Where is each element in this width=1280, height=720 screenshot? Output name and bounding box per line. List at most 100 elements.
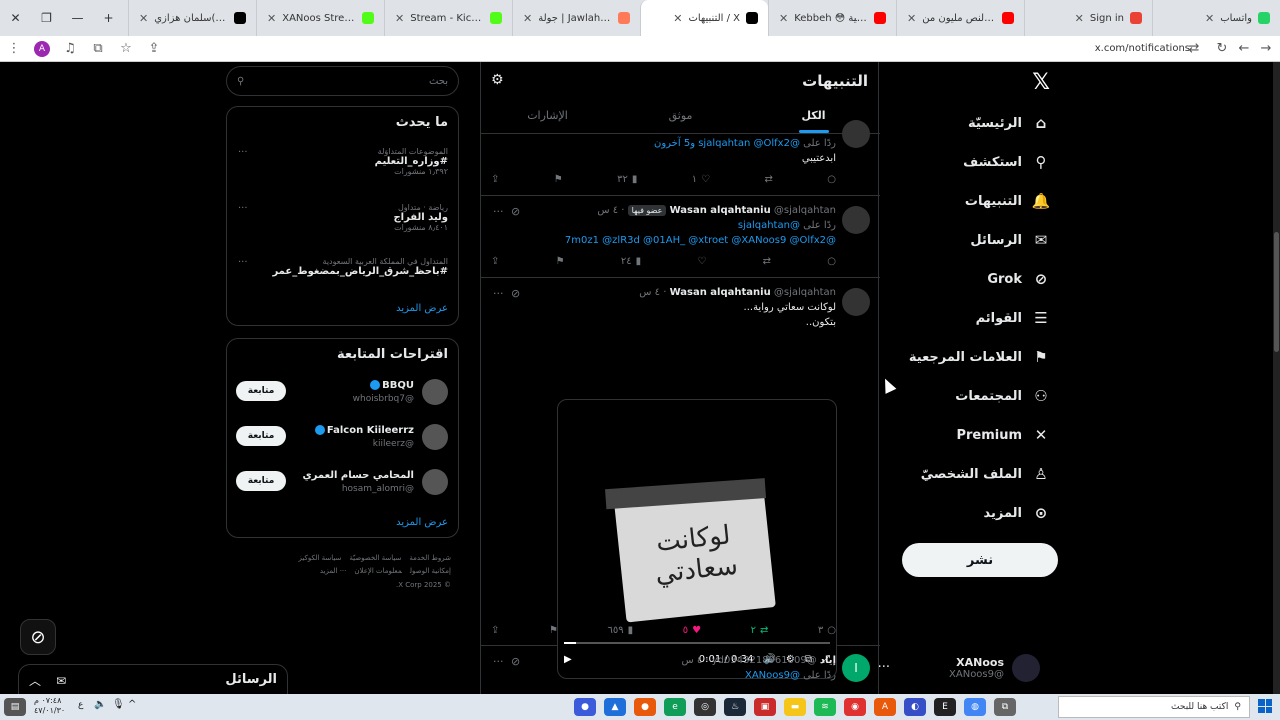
close-tab-icon[interactable]: ✕ [779,12,788,25]
follow-button[interactable]: متابعة [236,426,286,446]
messages-drawer[interactable]: ︿ ✉ الرسائل [18,664,288,694]
back-icon[interactable]: → [1252,41,1280,56]
post-button[interactable]: نشر [902,543,1058,577]
share-icon[interactable]: ⇪ [491,256,499,267]
spotify-icon[interactable]: ≋ [814,698,836,716]
more-dots-icon[interactable]: ··· [238,257,248,268]
suggestion-name[interactable]: BBQU [368,380,414,391]
author-name[interactable]: Wasan alqahtaniu [670,205,771,216]
author-handle[interactable]: @sjalqahtan [774,287,836,298]
close-tab-icon[interactable]: ✕ [1205,12,1214,25]
nav-item-profile[interactable]: ♙ الملف الشخصيّ [921,465,1050,483]
mentions-text[interactable]: @7m0z1 @zlR3d @01AH_ @xtroet @XANoos9 @O… [565,235,836,246]
epic-icon[interactable]: E [934,698,956,716]
bookmark-icon[interactable]: ⚑ [554,174,563,185]
others-link[interactable]: و5 آخرون [654,138,695,149]
site-settings-icon[interactable]: ⇄ [1180,41,1208,56]
close-tab-icon[interactable]: ✕ [907,12,916,25]
tweet-time[interactable]: · ٤ س [639,287,666,298]
reply-icon[interactable]: ○ [827,174,836,185]
share-icon[interactable]: ⇪ [491,625,499,636]
author-handle[interactable]: @yd0343218961009 [712,655,817,666]
mention-link[interactable]: @XANoos9 [745,670,800,681]
edge-icon[interactable]: e [664,698,686,716]
show-more-link[interactable]: عرض المزيد [396,517,448,528]
tweet-time[interactable]: · ٤ س [681,655,708,666]
close-tab-icon[interactable]: ✕ [267,12,276,25]
tweet-time[interactable]: · ٤ س [597,205,624,216]
author-handle[interactable]: @sjalqahtan [774,205,836,216]
views-button[interactable]: ▮ ٢٤ [621,256,641,267]
task-view-icon[interactable]: ⧉ [994,698,1016,716]
grok-icon[interactable]: ⊘ [20,619,56,655]
close-tab-icon[interactable]: ✕ [523,12,532,25]
nav-item-list[interactable]: ☰ القوائم [976,309,1050,327]
nav-item-grok[interactable]: ⊘ Grok [987,270,1050,288]
suggestion-name[interactable]: Falcon Kiileerrz [313,425,414,436]
notification-icon[interactable]: ▤ [4,698,26,716]
tab-mentions[interactable]: الإشارات [481,98,614,133]
grok-icon[interactable]: ⊘ [511,655,520,668]
app-icon[interactable]: ◎ [694,698,716,716]
app-icon[interactable]: ▣ [754,698,776,716]
footer-link[interactable]: إمكانية الوصول [410,567,451,575]
views-button[interactable]: ▮ ٣٢ [617,174,637,185]
chevron-up-icon[interactable]: ︿ [29,674,41,688]
nav-item-search[interactable]: ⚲ استكشف [963,153,1050,171]
avatar[interactable] [422,424,448,450]
more-dots-icon[interactable]: ··· [493,287,504,300]
trend-item[interactable]: المتداول في المملكة العربية السعودية #باح… [238,257,448,277]
suggestion-name[interactable]: المحامي حسام العمري [302,470,414,481]
nav-item-more[interactable]: ⊙ المزيد [983,504,1050,522]
reply-button[interactable]: ○ ٣ [818,625,836,636]
url-text[interactable]: x.com/notifications [1095,43,1190,54]
bookmark-icon[interactable]: ⚑ [556,256,565,267]
like-button[interactable]: ♡ ١ [692,174,710,185]
language-indicator[interactable]: ع [78,700,83,710]
mention-link[interactable]: @sjalqahtan [738,220,800,231]
nav-item-x-logo[interactable]: ✕ Premium [956,426,1050,444]
close-tab-icon[interactable]: ✕ [673,12,682,25]
page-scrollbar[interactable] [1273,62,1280,694]
app-icon[interactable]: ▲ [604,698,626,716]
trend-item[interactable]: رياضة · متداول وليد الفراج ٨٫٤٠١ منشورات ··… [238,203,448,232]
video-player[interactable]: لوكانت سعادتي ▶ 0:01 / 0:34 🔊 ⚙ ⧉ ⤢ [557,399,837,679]
restore-window-icon[interactable]: ❐ [31,11,62,25]
folder-icon[interactable]: ▬ [784,698,806,716]
tweet[interactable]: Wasan alqahtaniu @sjalqahtan عضو فيها · … [481,196,880,278]
avatar[interactable] [422,379,448,405]
views-button[interactable]: ▮ ٦٥٩ [608,625,634,636]
author-name[interactable]: Wasan alqahtaniu [670,287,771,298]
steam-icon[interactable]: ♨ [724,698,746,716]
close-tab-icon[interactable]: ✕ [1075,12,1084,25]
tweet[interactable]: I إياد @yd0343218961009 · ٤ س ··· ⊘ ردًا… [481,646,880,694]
browser-tab[interactable]: ✕ تحدي النص مليون من [896,0,1024,36]
chevron-up-icon[interactable]: ^ [128,699,136,710]
share-icon[interactable]: ⇪ [140,41,168,56]
mic-icon[interactable]: 🎙 [112,699,125,710]
nav-item-communities[interactable]: ⚇ المجتمعات [955,387,1050,405]
repost-button[interactable]: ⇄ ٢ [751,625,769,636]
follow-button[interactable]: متابعة [236,381,286,401]
more-dots-icon[interactable]: ··· [493,205,504,218]
account-switcher[interactable]: XANoos @XANoos9 ··· [878,654,1040,682]
profile-avatar[interactable]: A [34,40,50,57]
footer-link[interactable]: سياسة الكوكيز [299,554,342,562]
more-dots-icon[interactable]: ··· [238,147,248,158]
app-icon[interactable]: ● [634,698,656,716]
repost-icon[interactable]: ⇄ [765,174,773,185]
follow-button[interactable]: متابعة [236,471,286,491]
mention-link[interactable]: @sjalqahtan @Olfx2 [698,138,800,149]
nav-item-bookmark[interactable]: ⚑ العلامات المرجعية [909,348,1050,366]
tab-verified[interactable]: موثق [614,98,747,133]
footer-link[interactable]: سياسة الخصوصيّة [349,554,401,562]
avatar[interactable] [422,469,448,495]
repost-icon[interactable]: ⇄ [763,256,771,267]
app-icon[interactable]: ● [574,698,596,716]
clock[interactable]: ٠٧:٤٨ م ٤٧/٠١/٣٠ [34,696,65,715]
show-more-link[interactable]: عرض المزيد [396,303,448,314]
bookmark-star-icon[interactable]: ☆ [112,41,140,56]
chrome-icon[interactable]: ◍ [964,698,986,716]
browser-tab[interactable]: ✕ XANoos Stream - Wa [256,0,384,36]
footer-link[interactable]: © 2025 X Corp. [396,581,451,589]
